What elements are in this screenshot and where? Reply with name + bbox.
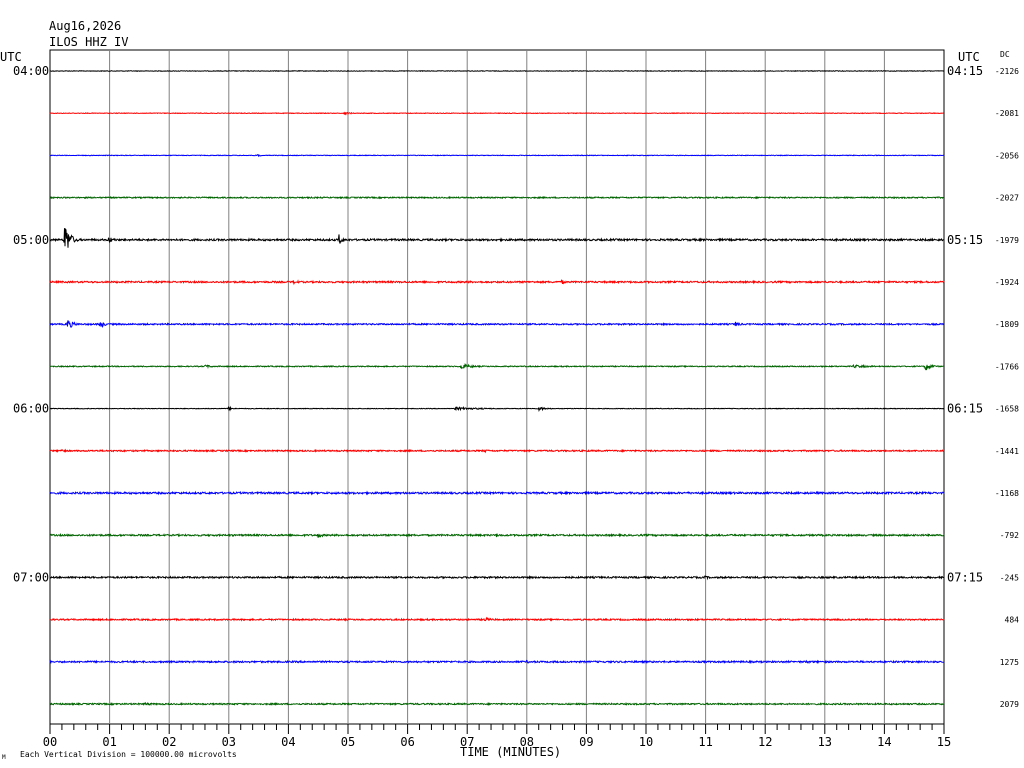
x-tick-label: 10 xyxy=(639,735,653,749)
dc-offset-label: -2081 xyxy=(995,109,1019,118)
trace-row-11 xyxy=(49,532,945,539)
dc-offset-label: -2056 xyxy=(995,151,1019,160)
right-time-label: 04:15 xyxy=(947,64,983,78)
trace-row-4 xyxy=(49,228,945,248)
dc-offset-label: 1275 xyxy=(1000,658,1019,667)
dc-offset-label: -2027 xyxy=(995,194,1019,203)
x-tick-label: 05 xyxy=(341,735,355,749)
axis-labels: 00 01 02 03 04 05 06 07 08 09 10 11 12 13 14 1504:0005:… xyxy=(13,64,1019,749)
plot-frame xyxy=(49,49,945,725)
dc-offset-label: -245 xyxy=(1000,573,1019,582)
x-tick-label: 12 xyxy=(758,735,772,749)
trace-row-12 xyxy=(49,575,945,581)
seismogram-traces xyxy=(49,69,945,707)
x-axis-title: TIME (MINUTES) xyxy=(460,745,561,759)
trace-row-3 xyxy=(49,195,945,200)
x-tick-label: 03 xyxy=(222,735,236,749)
dc-offset-label: -2126 xyxy=(995,67,1019,76)
dc-offset-label: -1658 xyxy=(995,405,1019,414)
footer-mark: M xyxy=(2,754,6,761)
trace-row-7 xyxy=(49,362,945,371)
trace-row-8 xyxy=(49,405,945,413)
trace-row-6 xyxy=(49,320,945,328)
right-time-label: 07:15 xyxy=(947,570,983,584)
dc-offset-label: -1809 xyxy=(995,320,1019,329)
x-tick-label: 01 xyxy=(102,735,116,749)
left-time-label: 06:00 xyxy=(13,402,49,416)
trace-row-1 xyxy=(49,111,945,116)
x-tick-label: 14 xyxy=(877,735,891,749)
dc-offset-label: -1924 xyxy=(995,278,1019,287)
right-time-label: 05:15 xyxy=(947,233,983,247)
dc-offset-label: 2079 xyxy=(1000,700,1019,709)
x-tick-label: 13 xyxy=(818,735,832,749)
x-tick-label: 04 xyxy=(281,735,295,749)
dc-offset-label: -1168 xyxy=(995,489,1019,498)
trace-row-9 xyxy=(49,448,945,454)
station-label: ILOS HHZ IV xyxy=(49,35,128,49)
trace-row-0 xyxy=(49,69,945,73)
x-tick-label: 09 xyxy=(579,735,593,749)
x-tick-label: 15 xyxy=(937,735,951,749)
left-utc-label: UTC xyxy=(0,50,22,64)
x-tick-label: 11 xyxy=(698,735,712,749)
right-utc-label: UTC xyxy=(958,50,980,64)
left-time-label: 05:00 xyxy=(13,233,49,247)
dc-offset-label: -1766 xyxy=(995,362,1019,371)
dc-offset-label: -792 xyxy=(1000,531,1019,540)
trace-row-5 xyxy=(49,279,945,286)
dc-offset-label: 484 xyxy=(1005,616,1020,625)
trace-row-14 xyxy=(49,659,945,665)
left-time-label: 04:00 xyxy=(13,64,49,78)
x-tick-label: 02 xyxy=(162,735,176,749)
x-tick-label: 06 xyxy=(400,735,414,749)
plot-grid xyxy=(49,49,945,734)
date-label: Aug16,2026 xyxy=(49,19,121,33)
trace-row-2 xyxy=(49,154,945,158)
right-time-label: 06:15 xyxy=(947,402,983,416)
dc-offset-label: -1979 xyxy=(995,236,1019,245)
vertical-division-note: Each Vertical Division = 100000.00 micro… xyxy=(20,750,237,759)
trace-row-13 xyxy=(49,616,945,622)
dc-label: DC xyxy=(1000,50,1010,59)
x-tick-label: 00 xyxy=(43,735,57,749)
trace-row-10 xyxy=(49,490,945,496)
helicorder-plot: Aug16,2026 ILOS HHZ IV UTC UTC DC 00 01 02… xyxy=(0,19,1019,761)
left-time-label: 07:00 xyxy=(13,570,49,584)
trace-row-15 xyxy=(49,701,945,707)
dc-offset-label: -1441 xyxy=(995,447,1019,456)
